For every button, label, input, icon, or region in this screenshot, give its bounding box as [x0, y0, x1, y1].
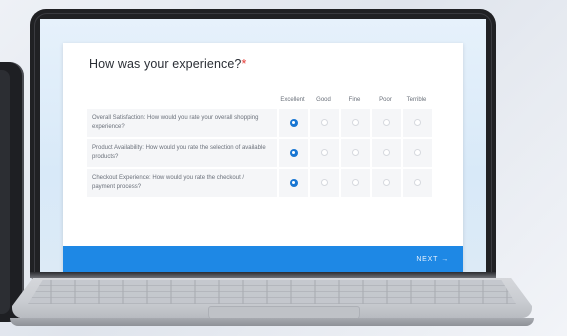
laptop-hinge — [30, 272, 496, 278]
radio-cell-terrible[interactable] — [401, 139, 432, 169]
footer-bar: NEXT → — [63, 246, 463, 273]
arrow-right-icon: → — [441, 256, 449, 263]
matrix-corner — [87, 91, 277, 109]
radio-poor[interactable] — [383, 179, 390, 187]
matrix-row-overall-satisfaction: Overall Satisfaction: How would you rate… — [87, 109, 432, 139]
radio-cell-fine[interactable] — [339, 109, 370, 139]
radio-cell-excellent[interactable] — [277, 169, 308, 199]
radio-cell-poor[interactable] — [370, 109, 401, 139]
required-marker: * — [241, 57, 247, 71]
radio-cell-poor[interactable] — [370, 139, 401, 169]
column-header-fine: Fine — [348, 97, 361, 103]
survey-card: How was your experience?* Excellent Good… — [63, 43, 463, 273]
question-text: How was your experience? — [89, 57, 242, 71]
next-button-label: NEXT — [416, 256, 439, 263]
laptop-base-front — [10, 318, 534, 326]
radio-cell-excellent[interactable] — [277, 109, 308, 139]
matrix-row-product-availability: Product Availability: How would you rate… — [87, 139, 432, 169]
column-header-poor: Poor — [379, 97, 392, 103]
radio-cell-good[interactable] — [308, 139, 339, 169]
row-label: Overall Satisfaction: How would you rate… — [87, 109, 277, 139]
radio-cell-terrible[interactable] — [401, 169, 432, 199]
radio-poor[interactable] — [383, 149, 390, 157]
radio-cell-good[interactable] — [308, 109, 339, 139]
radio-terrible[interactable] — [414, 119, 421, 127]
question-title: How was your experience?* — [89, 57, 246, 71]
radio-terrible[interactable] — [414, 179, 421, 187]
radio-poor[interactable] — [383, 119, 390, 127]
radio-good[interactable] — [321, 179, 328, 187]
row-label: Checkout Experience: How would you rate … — [87, 169, 277, 199]
radio-cell-fine[interactable] — [339, 169, 370, 199]
radio-cell-poor[interactable] — [370, 169, 401, 199]
row-label: Product Availability: How would you rate… — [87, 139, 277, 169]
laptop-screen: How was your experience?* Excellent Good… — [40, 19, 486, 275]
column-header-good: Good — [316, 97, 331, 103]
radio-terrible[interactable] — [414, 149, 421, 157]
radio-cell-good[interactable] — [308, 169, 339, 199]
radio-cell-excellent[interactable] — [277, 139, 308, 169]
radio-cell-terrible[interactable] — [401, 109, 432, 139]
matrix-header-row: Excellent Good Fine Poor Terrible — [87, 91, 432, 109]
next-button[interactable]: NEXT → — [416, 246, 449, 273]
radio-good[interactable] — [321, 119, 328, 127]
radio-excellent-selected[interactable] — [289, 178, 298, 187]
background-device — [0, 62, 22, 322]
radio-excellent-selected[interactable] — [289, 148, 298, 157]
rating-matrix: Excellent Good Fine Poor Terrible Overal… — [87, 91, 432, 199]
radio-fine[interactable] — [352, 149, 359, 157]
radio-fine[interactable] — [352, 119, 359, 127]
radio-good[interactable] — [321, 149, 328, 157]
matrix-row-checkout-experience: Checkout Experience: How would you rate … — [87, 169, 432, 199]
column-header-excellent: Excellent — [280, 97, 305, 103]
radio-fine[interactable] — [352, 179, 359, 187]
radio-cell-fine[interactable] — [339, 139, 370, 169]
column-header-terrible: Terrible — [406, 97, 427, 103]
keyboard-key-rows — [28, 280, 516, 304]
background-device-screen — [0, 70, 10, 314]
radio-excellent-selected[interactable] — [289, 118, 298, 127]
